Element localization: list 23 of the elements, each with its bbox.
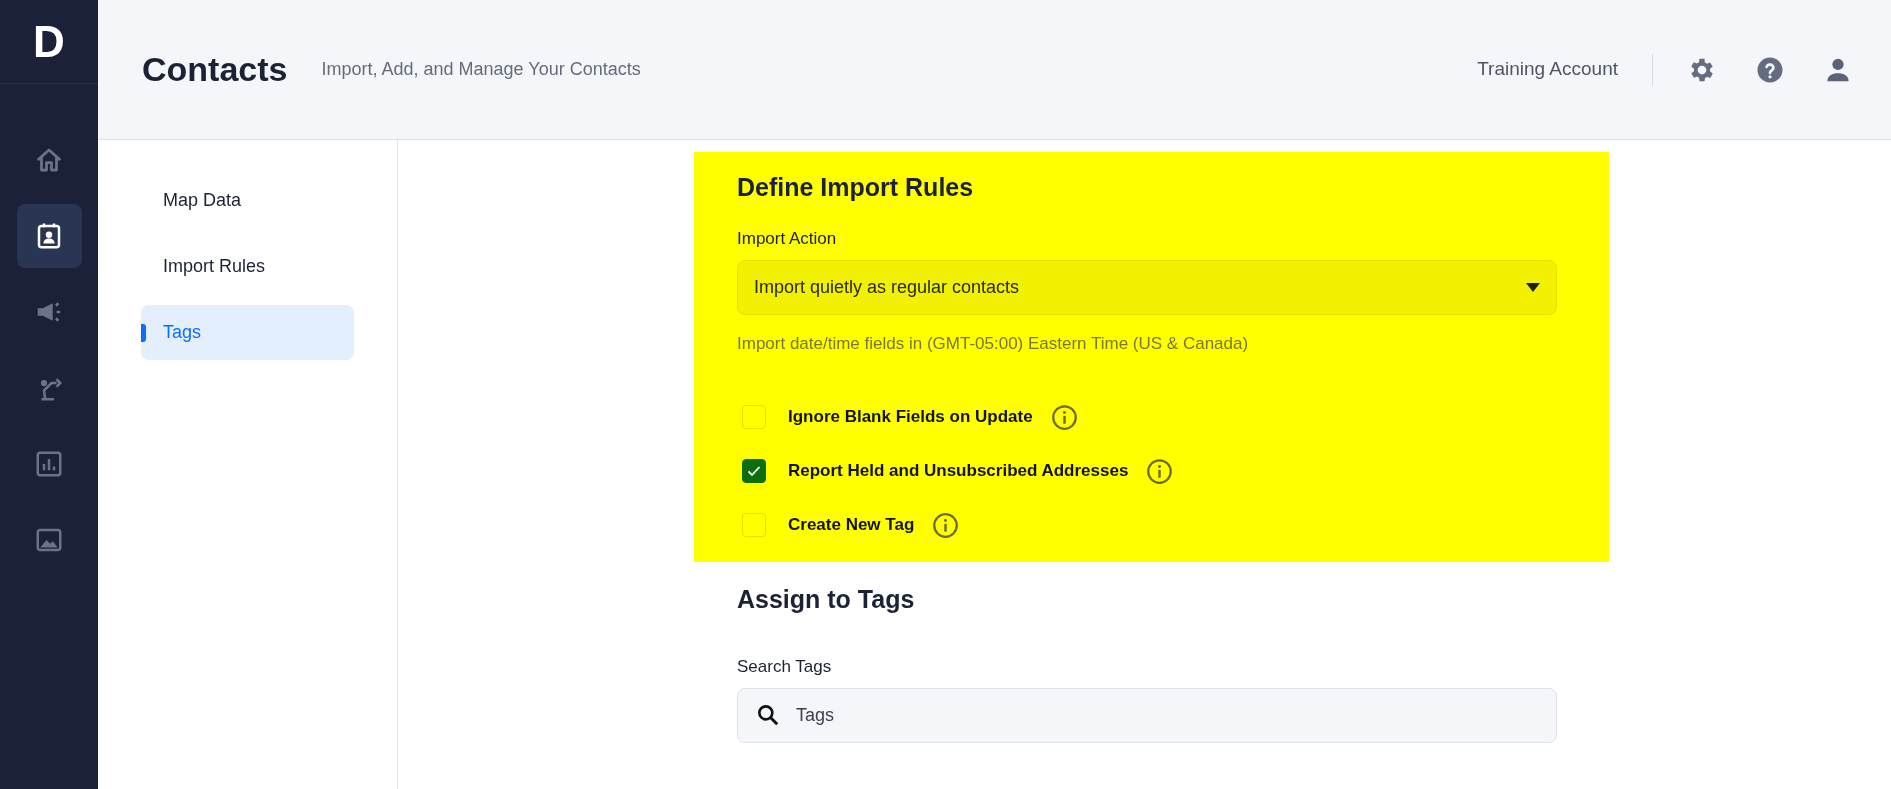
bar-chart-icon bbox=[34, 449, 64, 479]
timezone-hint: Import date/time fields in (GMT-05:00) Eastern Time (US & Canada) bbox=[737, 332, 1250, 355]
field-label: Search Tags bbox=[737, 656, 833, 678]
nav-button[interactable] bbox=[16, 204, 82, 268]
field-label: Import Action bbox=[737, 228, 838, 250]
option-label: Ignore Blank Fields on Update bbox=[788, 406, 1033, 429]
subnav-item[interactable]: Import Rules bbox=[141, 239, 354, 294]
search-field[interactable]: Tags bbox=[737, 687, 1557, 743]
checkbox[interactable] bbox=[742, 459, 766, 483]
account-link[interactable]: Training Account bbox=[1477, 55, 1618, 84]
info-icon[interactable] bbox=[1050, 403, 1078, 431]
info-icon[interactable] bbox=[932, 511, 960, 539]
import-action-dropdown[interactable]: Import quietly as regular contacts bbox=[737, 259, 1557, 315]
subnav-item[interactable]: Map Data bbox=[141, 173, 354, 228]
page-subtitle: Import, Add, and Manage Your Contacts bbox=[321, 58, 641, 81]
section-title: Define Import Rules bbox=[737, 172, 975, 202]
caret-icon bbox=[1526, 282, 1540, 292]
info-icon[interactable] bbox=[1146, 457, 1174, 485]
subnav-item[interactable]: Tags bbox=[141, 305, 354, 360]
section-title: Assign to Tags bbox=[737, 584, 916, 614]
option-label: Report Held and Unsubscribed Addresses bbox=[788, 460, 1129, 483]
page-title: Contacts bbox=[142, 49, 288, 90]
option-label: Create New Tag bbox=[788, 514, 915, 537]
